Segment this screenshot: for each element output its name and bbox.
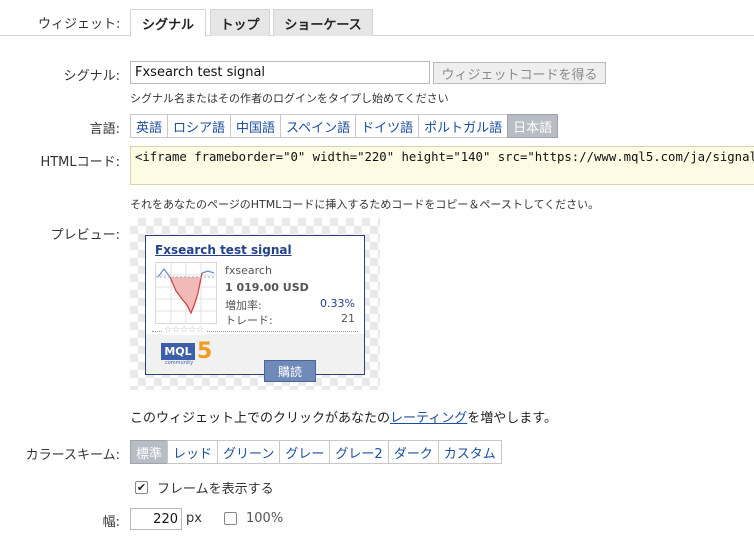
tab-signal-label: シグナル [141,18,194,33]
language-option-russian[interactable]: ロシア語 [167,114,232,138]
widget-balance: 1 019.00 USD [225,281,309,294]
signal-label: シグナル: [63,69,120,84]
widget-broker: fxsearch [225,264,272,277]
promo-text-before: このウィジェット上でのクリックがあなたの [130,411,391,426]
color-option-gray2[interactable]: グレー2 [329,440,389,464]
widget-subscribe-button[interactable]: 購読 [264,360,316,382]
html-code-hint: それをあなたのページのHTMLコードに挿入するためコードをコピー＆ペーストしてく… [130,198,600,211]
language-option-portuguese[interactable]: ポルトガル語 [418,114,509,138]
language-option-spanish[interactable]: スペイン語 [280,114,357,138]
widget-signal-title[interactable]: Fxsearch test signal [155,243,292,257]
mql5-logo-sub: community [165,360,194,366]
language-option-japanese[interactable]: 日本語 [507,114,559,138]
tab-showcase[interactable]: ショーケース [273,9,373,36]
mql5-logo-mark: MQL 5 community [161,339,215,369]
widget-growth-value: 0.33% [320,297,355,310]
color-scheme-selector: 標準 レッド グリーン グレー グレー2 ダーク カスタム [130,440,502,464]
color-option-custom[interactable]: カスタム [437,440,502,464]
tab-top[interactable]: トップ [210,9,270,36]
mql5-logo-text: MQL [161,343,195,360]
signal-hint: シグナル名またはその作者のログインをタイプし始めてください [130,92,449,105]
color-option-gray[interactable]: グレー [279,440,331,464]
get-widget-code-button[interactable]: ウィジェットコードを得る [433,62,606,84]
width-unit: px [186,511,202,526]
equity-chart-icon [156,263,216,323]
show-frame-label: フレームを表示する [157,482,274,497]
color-option-green[interactable]: グリーン [217,440,281,464]
mql5-logo-digit: 5 [197,339,213,364]
width-percent-checkbox[interactable] [224,512,237,525]
rating-link[interactable]: レーティング [390,411,467,426]
html-code-field[interactable]: <iframe frameborder="0" width="220" heig… [130,146,754,185]
color-option-red[interactable]: レッド [167,440,219,464]
tab-showcase-label: ショーケース [284,17,362,33]
signal-input[interactable] [130,61,430,84]
width-percent-label: 100% [246,511,284,526]
tab-top-label: トップ [220,17,260,33]
widget-trades-label: トレード: [225,314,273,327]
tab-signal[interactable]: シグナル [130,9,206,37]
color-scheme-label: カラースキーム: [25,448,120,463]
widget-rating-stars-icon: ☆☆☆☆☆ [162,325,207,335]
color-option-standard[interactable]: 標準 [130,440,169,464]
language-option-chinese[interactable]: 中国語 [230,114,282,138]
language-label: 言語: [89,122,120,137]
rating-promo: このウィジェット上でのクリックがあなたのレーティングを増やします。 [130,407,557,426]
show-frame-row[interactable]: ✔ フレームを表示する [135,478,274,497]
widget-tabbar-label: ウィジェット: [38,17,121,32]
color-option-dark[interactable]: ダーク [387,440,439,464]
language-option-german[interactable]: ドイツ語 [355,114,420,138]
show-frame-checkbox[interactable]: ✔ [135,481,148,494]
language-selector: 英語 ロシア語 中国語 スペイン語 ドイツ語 ポルトガル語 日本語 [130,114,559,138]
width-percent-row[interactable]: 100% [224,511,283,526]
widget-growth-label: 増加率: [225,299,262,312]
html-code-label: HTMLコード: [40,155,120,170]
promo-text-after: を増やします。 [467,411,557,426]
widget-tabbar: ウィジェット: シグナル トップ ショーケース [0,0,754,37]
width-label: 幅: [102,515,120,530]
widget-equity-chart [155,262,217,324]
widget-trades-value: 21 [341,312,355,325]
language-option-english[interactable]: 英語 [130,114,169,138]
width-input[interactable] [130,508,182,530]
preview-label: プレビュー: [50,228,120,243]
